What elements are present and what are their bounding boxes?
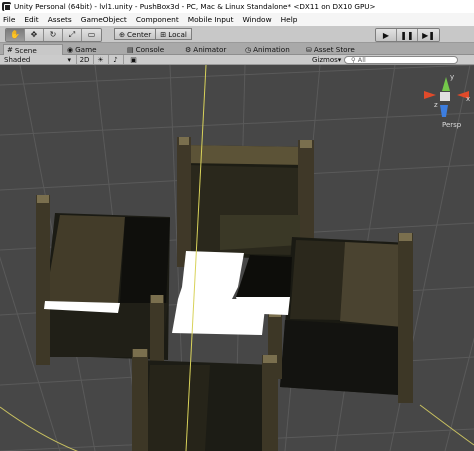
- gizmo-z-label: z: [434, 101, 438, 109]
- search-placeholder: All: [357, 55, 366, 64]
- gizmo-center-cube[interactable]: [440, 92, 450, 101]
- gizmos-dropdown[interactable]: Gizmos ▾: [312, 55, 341, 65]
- rotate-tool-button[interactable]: ↻: [44, 29, 63, 41]
- menu-file[interactable]: File: [3, 15, 15, 24]
- animator-icon: ⚙: [185, 45, 192, 54]
- transform-tools: ✋ ✥ ↻ ⤢ ▭: [5, 28, 102, 42]
- menu-help[interactable]: Help: [281, 15, 298, 24]
- gizmo-y-label: y: [450, 73, 454, 81]
- rect-tool-button[interactable]: ▭: [82, 29, 101, 41]
- scene-viewport[interactable]: y x z Persp: [0, 65, 474, 451]
- game-icon: ◉: [67, 45, 74, 54]
- effects-toggle-icon[interactable]: ▣: [123, 55, 143, 65]
- chevron-down-icon: ▾: [337, 56, 342, 64]
- lighting-toggle-icon[interactable]: ☀: [93, 55, 107, 65]
- pivot-toggles: ⊕ Center ⊞ Local: [114, 28, 192, 40]
- grid-horizon-arc-right: [419, 404, 474, 446]
- projection-label[interactable]: Persp: [442, 121, 461, 129]
- console-icon: ▤: [127, 45, 134, 54]
- scene-search-input[interactable]: ⚲ All: [344, 56, 458, 64]
- pivot-local-label: Local: [168, 29, 187, 39]
- tab-game-label: Game: [75, 45, 97, 54]
- unity-logo-icon: [2, 2, 11, 11]
- tab-asset-store-label: Asset Store: [313, 45, 355, 54]
- scene-toolbar: Shaded ▾ 2D ☀ ♪ ▣ Gizmos ▾ ⚲ All: [0, 55, 474, 65]
- stone-box-front: [132, 349, 278, 451]
- pivot-center-button[interactable]: ⊕ Center: [114, 28, 157, 40]
- shading-mode-value: Shaded: [4, 56, 31, 64]
- tab-asset-store[interactable]: ⛁ Asset Store: [303, 44, 358, 55]
- scene-render: y x z: [0, 65, 474, 451]
- tab-console[interactable]: ▤ Console: [124, 44, 167, 55]
- tab-game[interactable]: ◉ Game: [64, 44, 100, 55]
- menu-window[interactable]: Window: [242, 15, 271, 24]
- tab-animator-label: Animator: [193, 45, 227, 54]
- menu-assets[interactable]: Assets: [48, 15, 72, 24]
- editor-tab-bar: # Scene ◉ Game ▤ Console ⚙ Animator ◷ An…: [0, 43, 474, 55]
- gizmos-label: Gizmos: [312, 56, 338, 64]
- chevron-down-icon: ▾: [67, 56, 71, 64]
- asset-store-icon: ⛁: [306, 45, 312, 54]
- tab-console-label: Console: [135, 45, 165, 54]
- step-button[interactable]: ▶❚: [418, 29, 439, 41]
- pause-button[interactable]: ❚❚: [397, 29, 418, 41]
- tab-animation[interactable]: ◷ Animation: [242, 44, 293, 55]
- grid-horizon-arc: [0, 406, 79, 451]
- tab-animation-label: Animation: [253, 45, 290, 54]
- gizmo-x-label: x: [466, 95, 470, 103]
- local-icon: ⊞: [160, 29, 167, 39]
- tab-scene[interactable]: # Scene: [3, 44, 63, 55]
- menu-component[interactable]: Component: [136, 15, 179, 24]
- tab-scene-label: Scene: [14, 45, 37, 55]
- pivot-local-button[interactable]: ⊞ Local: [156, 28, 192, 40]
- play-controls: ▶ ❚❚ ▶❚: [375, 28, 440, 42]
- gizmo-left-cone[interactable]: [424, 91, 436, 99]
- main-toolbar: ✋ ✥ ↻ ⤢ ▭ ⊕ Center ⊞ Local ▶ ❚❚ ▶❚: [0, 26, 474, 43]
- scene-icon: #: [7, 46, 13, 54]
- menu-edit[interactable]: Edit: [24, 15, 38, 24]
- menu-gameobject[interactable]: GameObject: [81, 15, 127, 24]
- animation-icon: ◷: [245, 45, 252, 54]
- scale-tool-button[interactable]: ⤢: [63, 29, 82, 41]
- shading-mode-dropdown[interactable]: Shaded ▾: [4, 55, 74, 65]
- gizmo-y-cone[interactable]: [442, 77, 450, 91]
- hand-tool-button[interactable]: ✋: [6, 29, 25, 41]
- title-bar: Unity Personal (64bit) - lvl1.unity - Pu…: [0, 0, 474, 13]
- orientation-gizmo[interactable]: y x z: [424, 73, 470, 117]
- audio-toggle-icon[interactable]: ♪: [108, 55, 122, 65]
- pivot-center-label: Center: [127, 29, 152, 39]
- play-button[interactable]: ▶: [376, 29, 397, 41]
- mode-2d-toggle[interactable]: 2D: [76, 55, 92, 65]
- search-icon: ⚲: [351, 55, 356, 64]
- tab-animator[interactable]: ⚙ Animator: [182, 44, 229, 55]
- window-title: Unity Personal (64bit) - lvl1.unity - Pu…: [14, 2, 376, 11]
- gizmo-z-cone[interactable]: [440, 105, 448, 117]
- menu-mobile-input[interactable]: Mobile Input: [188, 15, 234, 24]
- move-tool-button[interactable]: ✥: [25, 29, 44, 41]
- pivot-icon: ⊕: [119, 29, 126, 39]
- menu-bar: File Edit Assets GameObject Component Mo…: [0, 13, 474, 26]
